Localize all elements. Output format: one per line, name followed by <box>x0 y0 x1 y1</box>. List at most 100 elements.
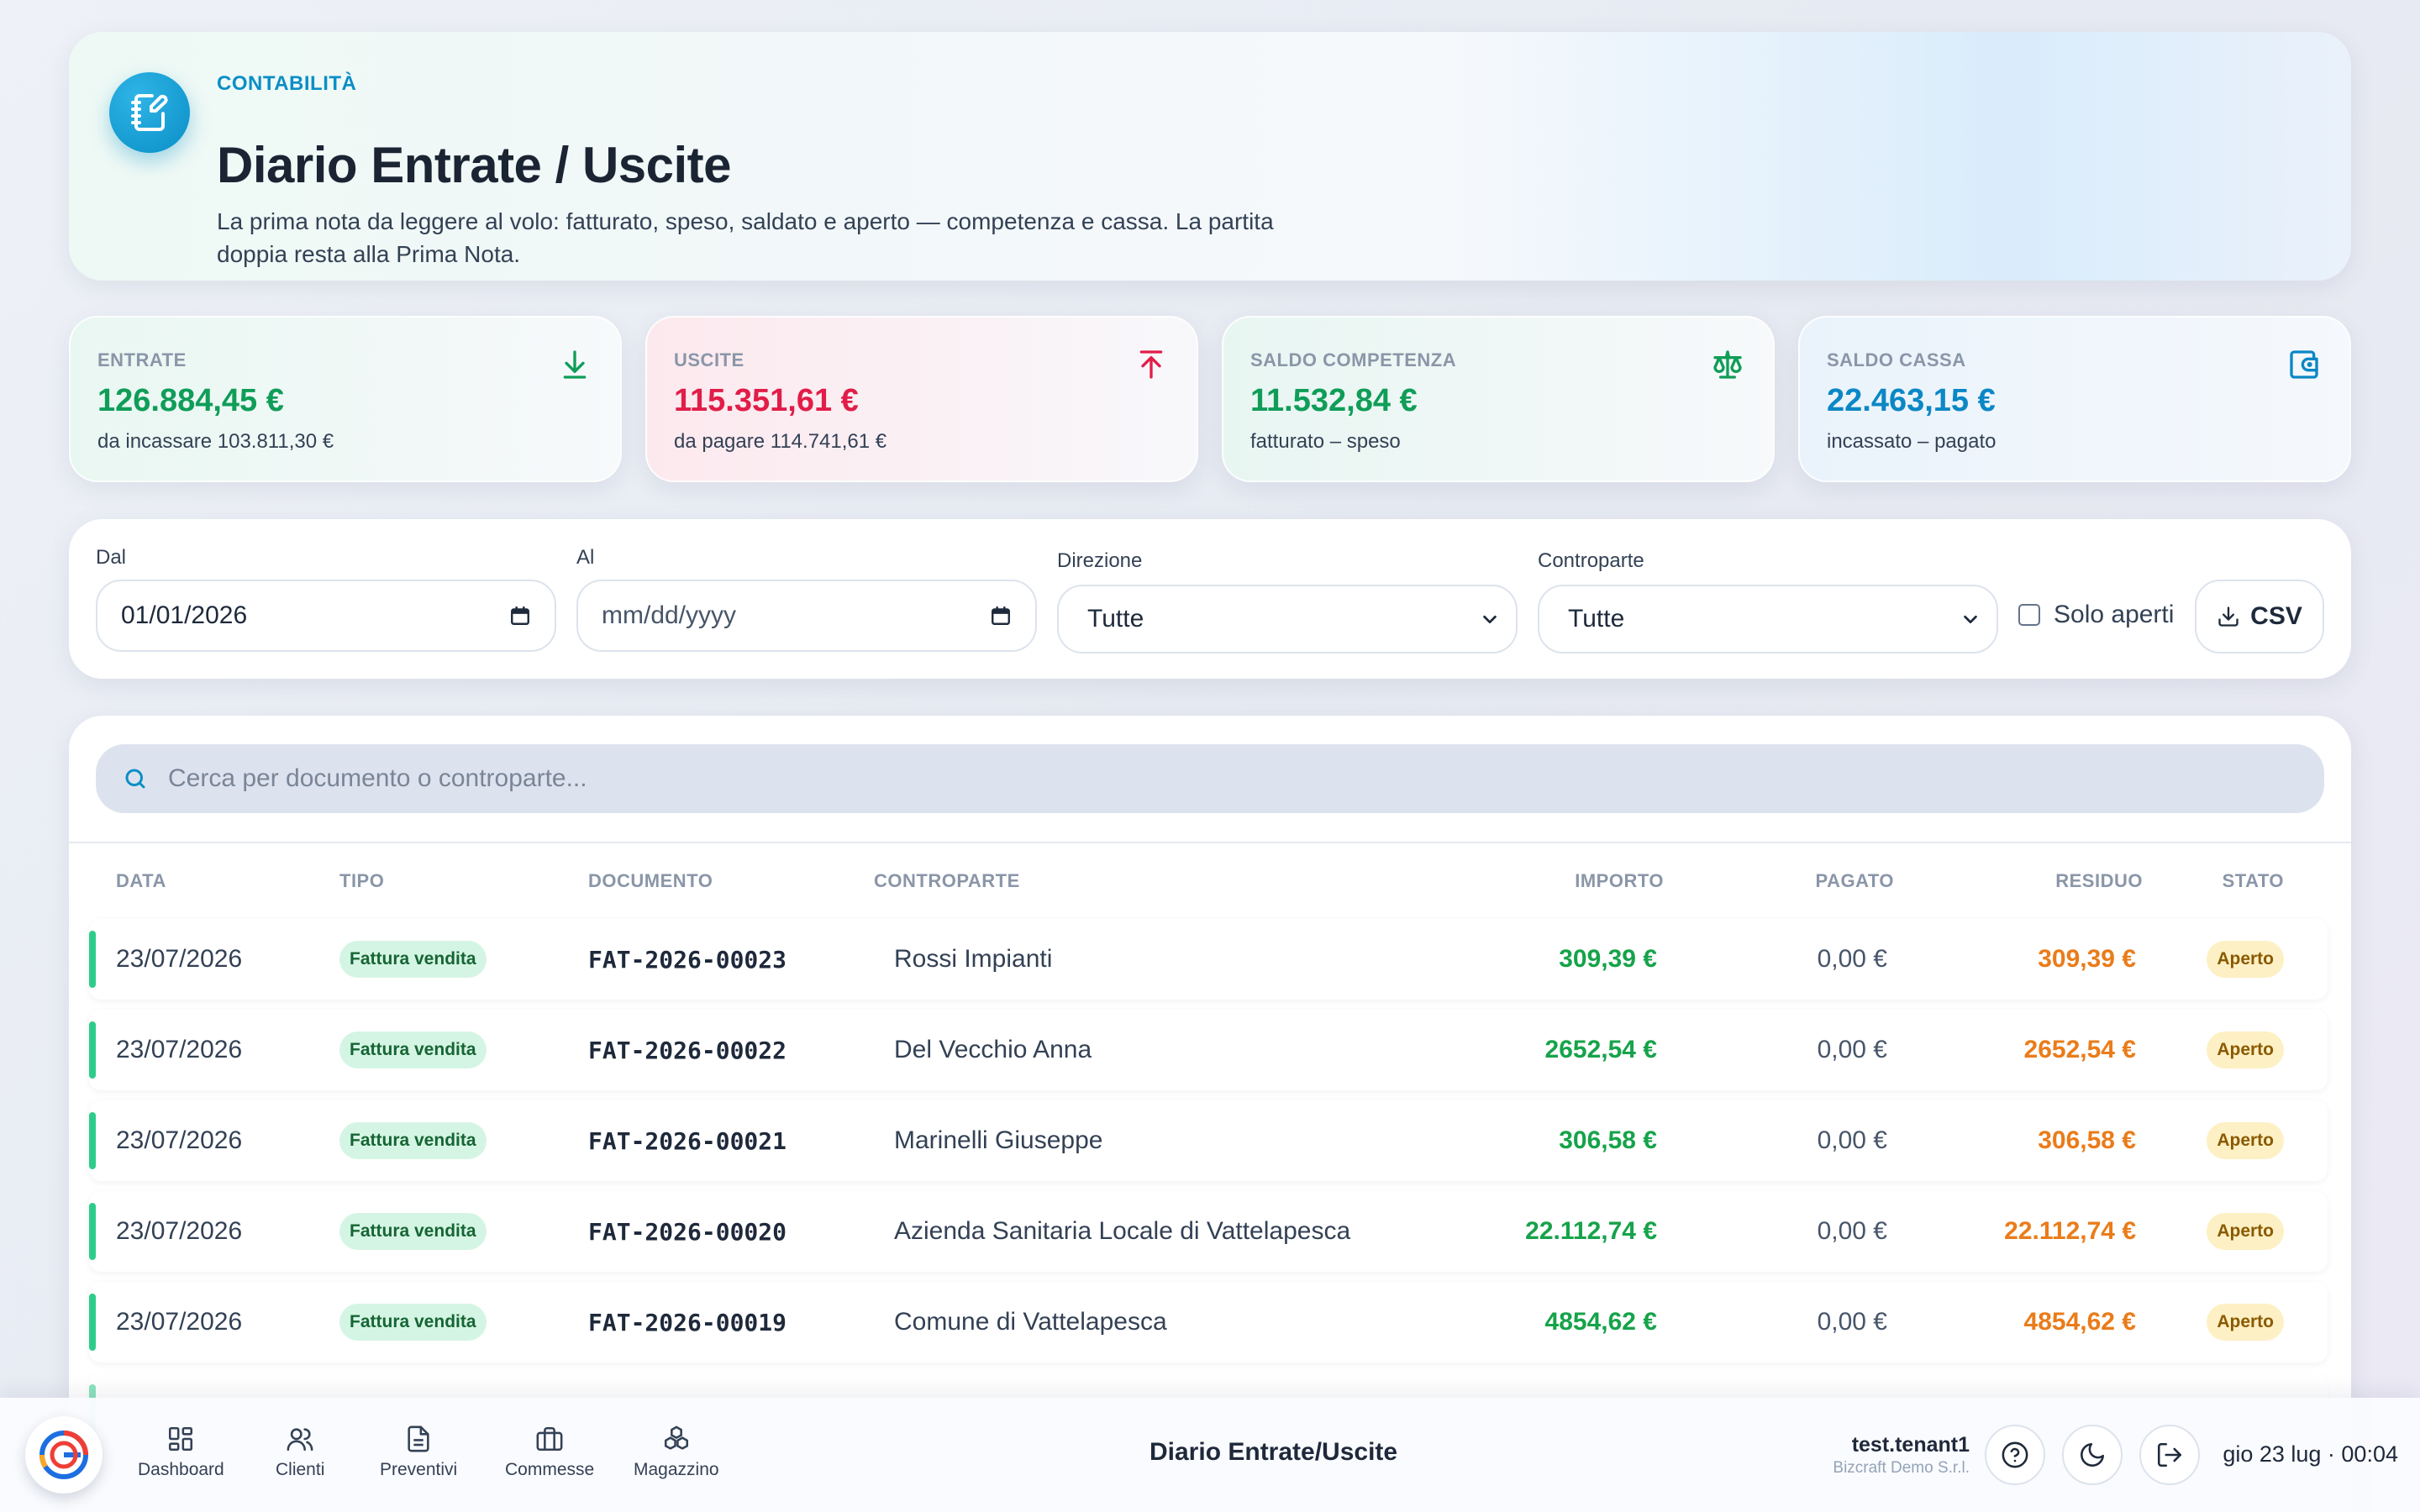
kpi-label: USCITE <box>674 349 744 370</box>
row-amount: 309,39 € <box>1559 945 1657 973</box>
help-button[interactable] <box>1985 1425 2045 1485</box>
row-document[interactable]: FAT-2026-00023 <box>588 919 786 1000</box>
logout-icon <box>2157 1442 2182 1467</box>
kpi-subtext: fatturato – speso <box>1250 430 1401 453</box>
page-title: Diario Entrate / Uscite <box>217 137 732 193</box>
column-header-pagato[interactable]: PAGATO <box>1816 870 1894 892</box>
logout-button[interactable] <box>2139 1425 2200 1485</box>
grid-icon <box>169 1426 193 1452</box>
nav-commesse[interactable]: Commesse <box>505 1425 594 1480</box>
table-row[interactable]: 23/07/2026 Fattura vendita FAT-2026-0002… <box>89 1010 2328 1090</box>
row-amount: 2652,54 € <box>1544 1036 1657 1063</box>
dal-date-input[interactable]: 01/01/2026 <box>96 580 556 652</box>
column-header-tipo[interactable]: TIPO <box>339 870 384 892</box>
calendar-icon[interactable] <box>990 605 1012 627</box>
kpi-label: SALDO COMPETENZA <box>1250 349 1457 370</box>
row-direction-marker <box>89 1294 96 1351</box>
calendar-icon[interactable] <box>509 605 531 627</box>
page-description: La prima nota da leggere al volo: fattur… <box>217 208 1274 267</box>
row-document[interactable]: FAT-2026-00020 <box>588 1191 786 1272</box>
row-document[interactable]: FAT-2026-00019 <box>588 1282 786 1362</box>
csv-export-button[interactable]: CSV <box>2195 580 2324 654</box>
kpi-label: ENTRATE <box>97 349 187 370</box>
direzione-label: Direzione <box>1057 549 1143 572</box>
row-type-cell: Fattura vendita <box>339 1100 487 1181</box>
al-date-input[interactable]: mm/dd/yyyy <box>576 580 1037 652</box>
column-header-stato[interactable]: STATO <box>2223 870 2284 892</box>
solo-aperti-checkbox[interactable] <box>2018 604 2040 626</box>
row-status-cell: Aperto <box>2207 1282 2284 1362</box>
row-residual: 309,39 € <box>2038 945 2136 973</box>
theme-toggle-button[interactable] <box>2062 1425 2123 1485</box>
nav-label: Clienti <box>276 1460 325 1479</box>
search-input[interactable] <box>168 764 2185 793</box>
kpi-value: 11.532,84 € <box>1250 383 1418 418</box>
document-icon <box>408 1425 429 1452</box>
row-status-cell: Aperto <box>2207 1191 2284 1272</box>
type-badge: Fattura vendita <box>339 1304 487 1341</box>
user-name: test.tenant1 <box>1851 1433 1970 1457</box>
entries-table-panel: DATA TIPO DOCUMENTO CONTROPARTE IMPORTO … <box>69 716 2351 1512</box>
nav-preventivi[interactable]: Preventivi <box>380 1425 457 1480</box>
row-direction-marker <box>89 1203 96 1260</box>
page-header: CONTABILITÀ Diario Entrate / Uscite La p… <box>69 32 2351 281</box>
row-residual: 22.112,74 € <box>2004 1217 2136 1245</box>
row-direction-marker <box>89 1112 96 1169</box>
row-document[interactable]: FAT-2026-00022 <box>588 1010 786 1090</box>
column-header-residuo[interactable]: RESIDUO <box>2055 870 2143 892</box>
nav-dashboard[interactable]: Dashboard <box>138 1425 224 1480</box>
briefcase-icon <box>536 1426 563 1452</box>
app-logo[interactable] <box>25 1416 103 1494</box>
row-paid: 0,00 € <box>1817 1308 1887 1336</box>
table-row[interactable]: 23/07/2026 Fattura vendita FAT-2026-0001… <box>89 1282 2328 1362</box>
row-type-cell: Fattura vendita <box>339 919 487 1000</box>
row-counterparty: Del Vecchio Anna <box>894 1036 1092 1063</box>
row-date: 23/07/2026 <box>116 1217 243 1245</box>
user-company: Bizcraft Demo S.r.l. <box>1833 1459 1970 1477</box>
row-paid: 0,00 € <box>1817 1126 1887 1154</box>
row-amount: 22.112,74 € <box>1525 1217 1657 1245</box>
kpi-label: SALDO CASSA <box>1827 349 1966 370</box>
clock: gio 23 lug · 00:04 <box>2223 1441 2398 1467</box>
row-document[interactable]: FAT-2026-00021 <box>588 1100 786 1181</box>
row-direction-marker <box>89 931 96 988</box>
kpi-value: 126.884,45 € <box>97 383 284 418</box>
column-header-controparte[interactable]: CONTROPARTE <box>874 870 1020 892</box>
nav-clienti[interactable]: Clienti <box>276 1425 324 1480</box>
filter-panel: Dal 01/01/2026 Al mm/dd/yyyy Direzione T… <box>69 519 2351 679</box>
kpi-subtext: da pagare 114.741,61 € <box>674 430 887 453</box>
row-direction-marker <box>89 1021 96 1079</box>
al-date-value: mm/dd/yyyy <box>602 601 737 629</box>
controparte-select[interactable]: Tutte <box>1538 585 1998 654</box>
row-date: 23/07/2026 <box>116 1036 243 1063</box>
wallet-icon <box>2290 350 2318 379</box>
help-icon <box>2002 1441 2028 1468</box>
search-bar[interactable] <box>96 744 2324 813</box>
row-paid: 0,00 € <box>1817 945 1887 973</box>
nav-magazzino[interactable]: Magazzino <box>634 1425 719 1480</box>
kpi-card-saldo-competenza: SALDO COMPETENZA 11.532,84 € fatturato –… <box>1222 316 1775 482</box>
controparte-label: Controparte <box>1538 549 1644 572</box>
type-badge: Fattura vendita <box>339 1122 487 1159</box>
divider <box>69 842 2351 843</box>
type-badge: Fattura vendita <box>339 941 487 978</box>
current-page-title: Diario Entrate/Uscite <box>1150 1438 1398 1466</box>
row-counterparty: Azienda Sanitaria Locale di Vattelapesca <box>894 1217 1351 1245</box>
row-residual: 2652,54 € <box>2023 1036 2136 1063</box>
table-row[interactable]: 23/07/2026 Fattura vendita FAT-2026-0002… <box>89 1191 2328 1272</box>
table-row[interactable]: 23/07/2026 Fattura vendita FAT-2026-0002… <box>89 919 2328 1000</box>
row-residual: 306,58 € <box>2038 1126 2136 1154</box>
user-info[interactable]: test.tenant1 Bizcraft Demo S.r.l. <box>1833 1433 1970 1478</box>
table-row[interactable]: 23/07/2026 Fattura vendita FAT-2026-0002… <box>89 1100 2328 1181</box>
direzione-select[interactable]: Tutte <box>1057 585 1518 654</box>
nav-label: Dashboard <box>138 1460 224 1479</box>
column-header-documento[interactable]: DOCUMENTO <box>588 870 713 892</box>
column-header-importo[interactable]: IMPORTO <box>1575 870 1664 892</box>
nav-label: Commesse <box>505 1460 595 1479</box>
solo-aperti-toggle[interactable]: Solo aperti <box>2018 600 2174 630</box>
column-header-data[interactable]: DATA <box>116 870 166 892</box>
kpi-value: 22.463,15 € <box>1827 383 1996 418</box>
row-counterparty: Comune di Vattelapesca <box>894 1308 1167 1336</box>
upload-icon <box>1139 350 1163 379</box>
row-paid: 0,00 € <box>1817 1036 1887 1063</box>
